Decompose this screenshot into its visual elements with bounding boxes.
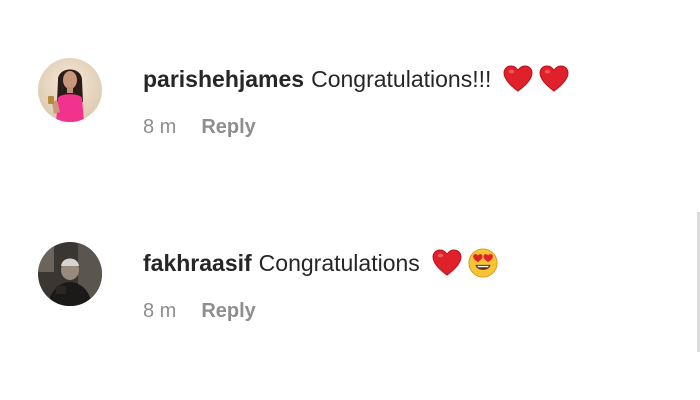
emoji-group <box>432 248 498 278</box>
comment-line: parishehjames Congratulations!!! <box>143 62 569 96</box>
avatar[interactable] <box>38 58 102 122</box>
comment-meta: 8 m Reply <box>143 300 256 323</box>
reply-button[interactable]: Reply <box>201 300 255 323</box>
heart-eyes-face-icon <box>468 248 498 278</box>
comment-text: Congratulations <box>258 249 420 276</box>
timestamp: 8 m <box>143 300 177 322</box>
timestamp: 8 m <box>143 116 177 138</box>
red-heart-icon <box>503 65 533 93</box>
username[interactable]: parishehjames <box>143 66 304 93</box>
reply-button[interactable]: Reply <box>201 116 255 139</box>
red-heart-icon <box>539 65 569 93</box>
comment-line: fakhraasif Congratulations <box>143 246 498 280</box>
emoji-group <box>503 65 569 93</box>
red-heart-icon <box>432 249 462 277</box>
avatar[interactable] <box>38 242 102 306</box>
comment-meta: 8 m Reply <box>143 116 256 139</box>
comment-text: Congratulations!!! <box>311 65 492 92</box>
username[interactable]: fakhraasif <box>143 250 252 277</box>
